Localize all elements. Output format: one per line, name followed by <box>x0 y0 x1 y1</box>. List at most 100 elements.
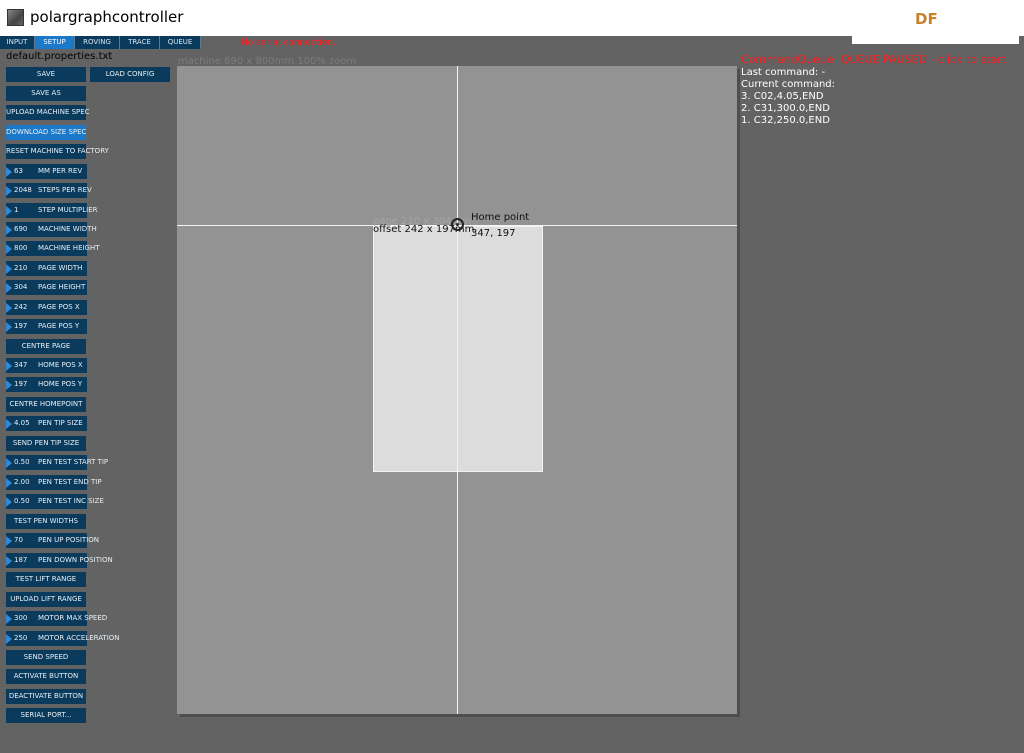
chevron-right-icon <box>6 322 12 332</box>
tab-trace[interactable]: TRACE <box>120 36 160 49</box>
home-pos-y-label: HOME POS Y <box>38 380 83 388</box>
queue-item: 1. C32,250.0,END <box>741 115 830 126</box>
serial-status: No serial connection. <box>241 38 336 48</box>
step-multiplier-stepper[interactable]: 1 STEP MULTIPLIER <box>6 203 98 218</box>
chevron-right-icon <box>6 419 12 429</box>
page-width-stepper[interactable]: 210 PAGE WIDTH <box>6 261 87 276</box>
chevron-right-icon <box>6 556 12 566</box>
current-command: Current command: <box>741 79 836 90</box>
page-height-stepper[interactable]: 304 PAGE HEIGHT <box>6 280 87 295</box>
pen-test-start-tip-label: PEN TEST START TIP <box>38 458 109 466</box>
machine-height-stepper[interactable]: 800 MACHINE HEIGHT <box>6 241 100 256</box>
machine-width-stepper[interactable]: 690 MACHINE WIDTH <box>6 222 97 237</box>
pen-test-end-tip-label: PEN TEST END TIP <box>38 478 102 486</box>
serial-port-button[interactable]: SERIAL PORT... <box>6 708 86 723</box>
chevron-right-icon <box>6 380 12 390</box>
pen-down-position-label: PEN DOWN POSITION <box>38 556 113 564</box>
page-area[interactable] <box>373 226 543 472</box>
test-pen-widths-button[interactable]: TEST PEN WIDTHS <box>6 514 86 529</box>
steps-per-rev-stepper[interactable]: 2048 STEPS PER REV <box>6 183 92 198</box>
pen-up-position-label: PEN UP POSITION <box>38 536 100 544</box>
motor-max-speed-stepper[interactable]: 300 MOTOR MAX SPEED <box>6 611 107 626</box>
pen-test-start-tip-value: 0.50 <box>14 458 30 466</box>
deactivate-button[interactable]: DEACTIVATE BUTTON <box>6 689 86 704</box>
pen-tip-size-label: PEN TIP SIZE <box>38 419 83 427</box>
reset-machine-button[interactable]: RESET MACHINE TO FACTORY <box>6 144 109 159</box>
chevron-right-icon <box>6 536 12 546</box>
machine-height-label: MACHINE HEIGHT <box>38 244 100 252</box>
send-speed-button[interactable]: SEND SPEED <box>6 650 86 665</box>
pen-test-inc-size-stepper[interactable]: 0.50 PEN TEST INC SIZE <box>6 494 104 509</box>
page-height-label: PAGE HEIGHT <box>38 283 86 291</box>
home-pos-x-value: 347 <box>14 361 28 369</box>
tab-queue[interactable]: QUEUE <box>160 36 201 49</box>
home-pos-x-stepper[interactable]: 347 HOME POS X <box>6 358 87 373</box>
load-config-button[interactable]: LOAD CONFIG <box>90 67 170 82</box>
mm-per-rev-stepper[interactable]: 63 MM PER REV <box>6 164 87 179</box>
chevron-right-icon <box>6 361 12 371</box>
test-lift-range-button[interactable]: TEST LIFT RANGE <box>6 572 86 587</box>
pen-down-position-stepper[interactable]: 187 PEN DOWN POSITION <box>6 553 113 568</box>
download-size-spec-button[interactable]: DOWNLOAD SIZE SPEC <box>6 125 86 140</box>
motor-acceleration-stepper[interactable]: 250 MOTOR ACCELERATION <box>6 631 120 646</box>
centre-page-button[interactable]: CENTRE PAGE <box>6 339 86 354</box>
app-icon <box>7 9 24 26</box>
chevron-right-icon <box>6 303 12 313</box>
chevron-right-icon <box>6 264 12 274</box>
tab-roving[interactable]: ROVING <box>75 36 120 49</box>
queue-item: 3. C02,4.05,END <box>741 91 824 102</box>
chevron-right-icon <box>6 225 12 235</box>
page-pos-x-value: 242 <box>14 303 28 311</box>
badge-label: DF <box>915 10 938 28</box>
last-command: Last command: - <box>741 67 826 78</box>
chevron-right-icon <box>6 186 12 196</box>
machine-width-value: 690 <box>14 225 28 233</box>
chevron-right-icon <box>6 614 12 624</box>
pen-up-position-stepper[interactable]: 70 PEN UP POSITION <box>6 533 99 548</box>
steps-per-rev-label: STEPS PER REV <box>38 186 92 194</box>
save-as-button[interactable]: SAVE AS <box>6 86 86 101</box>
motor-max-speed-value: 300 <box>14 614 28 622</box>
home-pos-x-label: HOME POS X <box>38 361 83 369</box>
page-pos-y-label: PAGE POS Y <box>38 322 80 330</box>
home-pos-y-stepper[interactable]: 197 HOME POS Y <box>6 377 87 392</box>
steps-per-rev-value: 2048 <box>14 186 32 194</box>
queue-item: 2. C31,300.0,END <box>741 103 830 114</box>
send-pen-tip-size-button[interactable]: SEND PEN TIP SIZE <box>6 436 86 451</box>
home-point-icon[interactable] <box>451 218 464 231</box>
pen-down-position-value: 187 <box>14 556 28 564</box>
pen-test-end-tip-stepper[interactable]: 2.00 PEN TEST END TIP <box>6 475 102 490</box>
home-point-coords: 347, 197 <box>471 228 516 239</box>
page-pos-x-stepper[interactable]: 242 PAGE POS X <box>6 300 87 315</box>
chevron-right-icon <box>6 458 12 468</box>
pen-test-inc-size-value: 0.50 <box>14 497 30 505</box>
machine-width-label: MACHINE WIDTH <box>38 225 97 233</box>
tab-setup[interactable]: SETUP <box>35 36 75 49</box>
step-multiplier-value: 1 <box>14 206 19 214</box>
queue-status-link[interactable]: CommandQueue: QUEUE PAUSED - click to st… <box>741 53 1006 66</box>
pen-tip-size-value: 4.05 <box>14 419 30 427</box>
pen-tip-size-stepper[interactable]: 4.05 PEN TIP SIZE <box>6 416 87 431</box>
upload-lift-range-button[interactable]: UPLOAD LIFT RANGE <box>6 592 86 607</box>
centre-homepoint-button[interactable]: CENTRE HOMEPOINT <box>6 397 86 412</box>
save-button[interactable]: SAVE <box>6 67 86 82</box>
motor-acceleration-label: MOTOR ACCELERATION <box>38 634 120 642</box>
pen-test-inc-size-label: PEN TEST INC SIZE <box>38 497 104 505</box>
upload-machine-spec-button[interactable]: UPLOAD MACHINE SPEC <box>6 105 90 120</box>
chevron-right-icon <box>6 478 12 488</box>
page-width-value: 210 <box>14 264 28 272</box>
step-multiplier-label: STEP MULTIPLIER <box>38 206 98 214</box>
home-pos-y-value: 197 <box>14 380 28 388</box>
chevron-right-icon <box>6 497 12 507</box>
mm-per-rev-value: 63 <box>14 167 23 175</box>
tab-input[interactable]: INPUT <box>0 36 35 49</box>
activate-button[interactable]: ACTIVATE BUTTON <box>6 669 86 684</box>
machine-height-value: 800 <box>14 244 28 252</box>
motor-max-speed-label: MOTOR MAX SPEED <box>38 614 108 622</box>
page-pos-x-label: PAGE POS X <box>38 303 80 311</box>
home-point-label: Home point <box>471 212 530 223</box>
pen-test-start-tip-stepper[interactable]: 0.50 PEN TEST START TIP <box>6 455 108 470</box>
page-pos-y-stepper[interactable]: 197 PAGE POS Y <box>6 319 87 334</box>
motor-acceleration-value: 250 <box>14 634 28 642</box>
chevron-right-icon <box>6 206 12 216</box>
